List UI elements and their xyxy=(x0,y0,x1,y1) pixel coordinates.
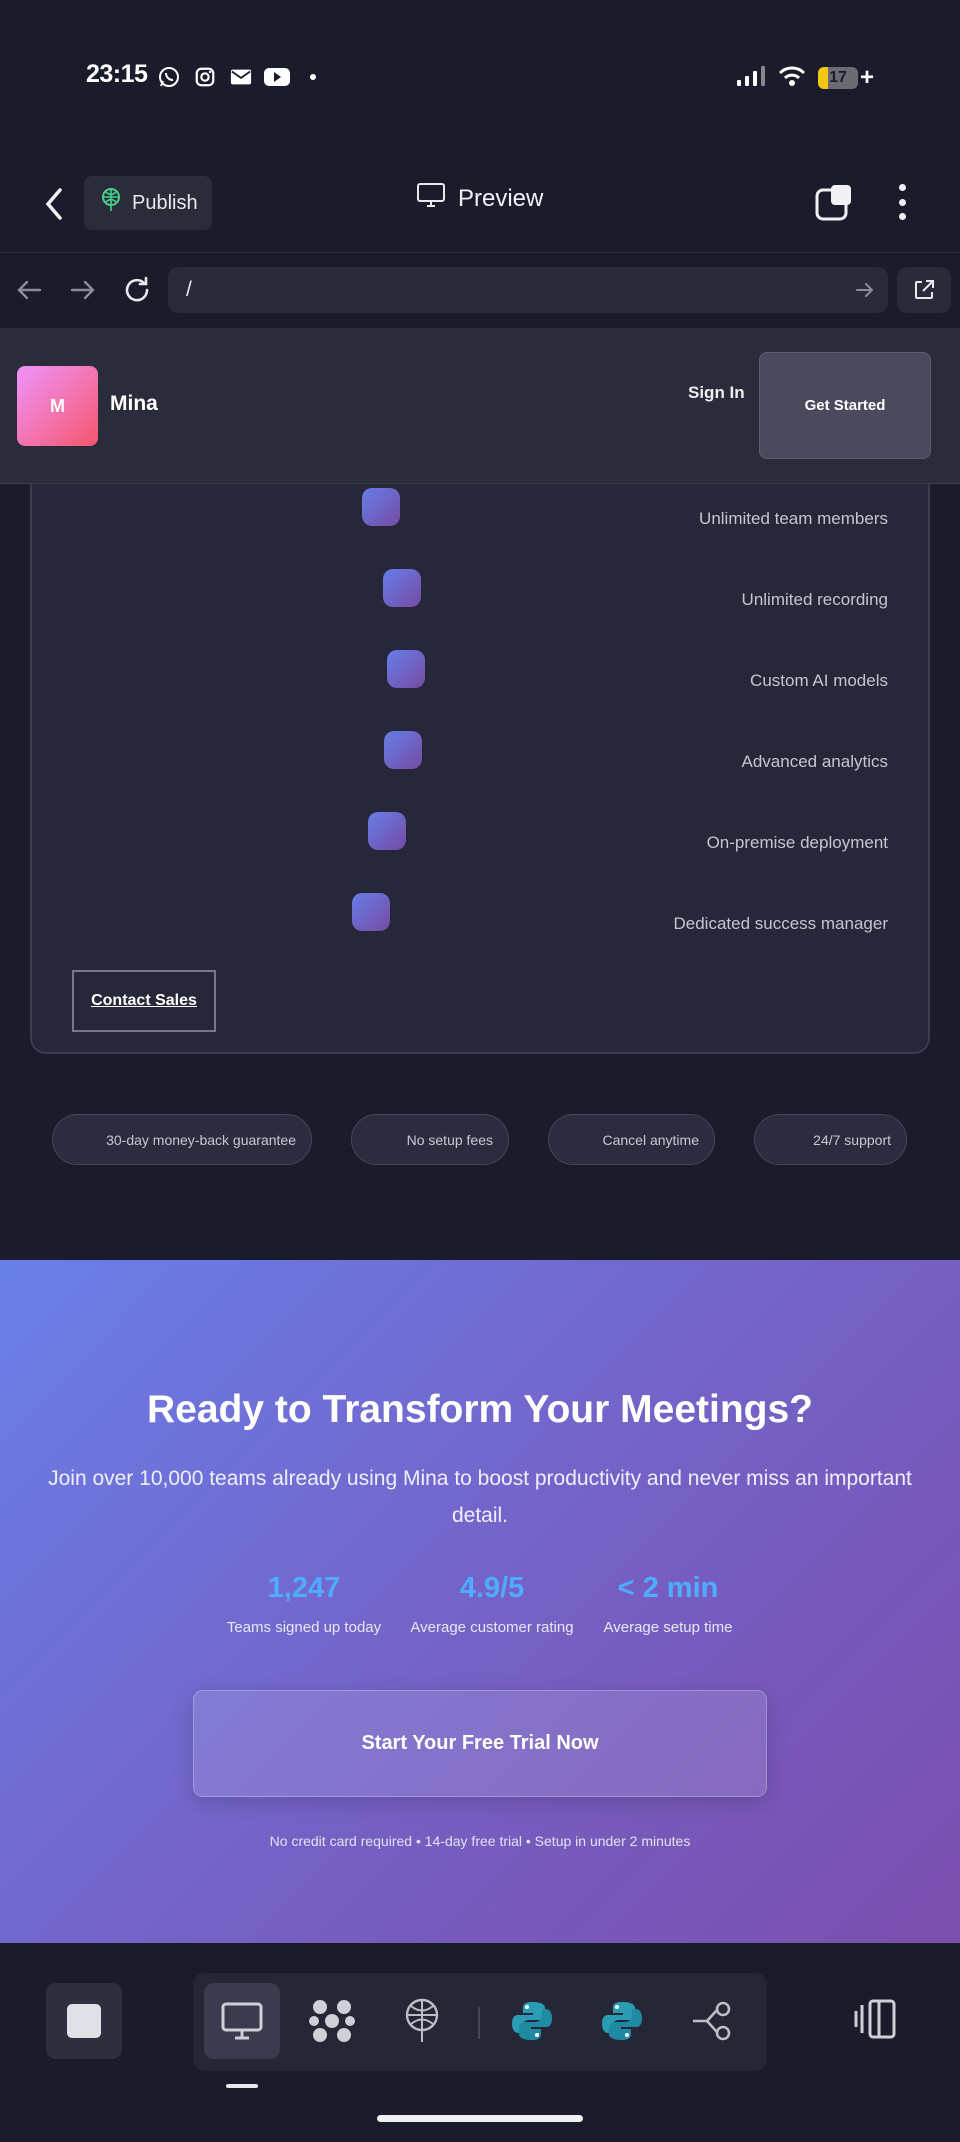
mail-icon xyxy=(228,64,254,90)
publish-icon xyxy=(100,188,122,218)
stat-teams: 1,247 Teams signed up today xyxy=(215,1572,393,1636)
notification-icons xyxy=(156,64,326,90)
status-bar: 23:15 17 + xyxy=(0,0,960,150)
bottom-toolbar xyxy=(0,1943,960,2142)
logo[interactable]: M xyxy=(17,366,98,446)
stat-value: 4.9/5 xyxy=(459,1572,525,1604)
stat-label: Teams signed up today xyxy=(226,1619,382,1636)
tabs-icon[interactable] xyxy=(814,182,854,222)
cta-subtitle: Join over 10,000 teams already using Min… xyxy=(48,1467,912,1527)
feature-check-icon xyxy=(383,569,421,607)
feature-item: On-premise deployment xyxy=(706,833,888,852)
feature-check-icon xyxy=(352,893,390,931)
feature-item: Unlimited recording xyxy=(741,590,888,609)
trust-badge: 24/7 support xyxy=(754,1114,907,1165)
contact-sales-button[interactable]: Contact Sales xyxy=(72,970,216,1032)
app-bar: Publish Preview xyxy=(0,160,960,250)
nav-back-icon[interactable] xyxy=(14,275,44,305)
cta-section: Ready to Transform Your Meetings? Join o… xyxy=(0,1260,960,1943)
feature-check-icon xyxy=(387,650,425,688)
start-free-trial-button[interactable]: Start Your Free Trial Now xyxy=(193,1690,767,1797)
url-toolbar: / xyxy=(0,252,960,328)
panel-icon[interactable] xyxy=(852,1997,898,2041)
url-text: / xyxy=(186,278,192,301)
feature-item: Unlimited team members xyxy=(699,509,888,528)
reload-icon[interactable] xyxy=(122,275,152,305)
tool-group xyxy=(193,1973,767,2071)
feature-check-icon xyxy=(384,731,422,769)
preview-label: Preview xyxy=(458,184,544,212)
get-started-button[interactable]: Get Started xyxy=(759,352,931,459)
whatsapp-icon xyxy=(156,64,182,90)
publish-label: Publish xyxy=(132,191,198,214)
stat-setup: < 2 min Average setup time xyxy=(590,1572,746,1636)
flow-icon[interactable] xyxy=(674,1983,750,2059)
trust-badge: Cancel anytime xyxy=(548,1114,715,1165)
url-input[interactable]: / xyxy=(168,267,888,313)
nav-forward-icon[interactable] xyxy=(68,275,98,305)
sign-in-link[interactable]: Sign In xyxy=(688,380,748,405)
trust-badge: No setup fees xyxy=(351,1114,509,1165)
python-icon[interactable] xyxy=(584,1983,660,2059)
battery-icon: 17 + xyxy=(817,64,874,92)
go-icon[interactable] xyxy=(854,279,876,301)
wifi-icon xyxy=(778,65,806,92)
instagram-icon xyxy=(192,64,218,90)
dot-icon xyxy=(300,64,326,90)
feature-item: Advanced analytics xyxy=(741,752,888,771)
stop-icon[interactable] xyxy=(46,1983,122,2059)
apps-icon[interactable] xyxy=(294,1983,370,2059)
cta-fineprint: No credit card required • 14-day free tr… xyxy=(269,1833,691,1849)
stat-value: < 2 min xyxy=(617,1572,719,1604)
python-icon[interactable] xyxy=(494,1983,570,2059)
preview-title[interactable]: Preview xyxy=(416,182,543,215)
site-header: M Mina Sign In Get Started xyxy=(0,328,960,484)
feature-item: Dedicated success manager xyxy=(673,914,888,933)
pricing-card: Unlimited team members Unlimited recordi… xyxy=(30,484,930,1054)
separator xyxy=(478,2007,480,2039)
monitor-icon xyxy=(416,182,446,215)
status-time: 23:15 xyxy=(86,60,148,88)
feature-check-icon xyxy=(368,812,406,850)
signal-icon xyxy=(736,65,766,92)
more-icon[interactable] xyxy=(890,182,914,222)
feature-check-icon xyxy=(362,488,400,526)
home-indicator[interactable] xyxy=(377,2115,583,2122)
publish-button[interactable]: Publish xyxy=(84,176,212,230)
deploy-icon[interactable] xyxy=(384,1983,460,2059)
system-icons: 17 + xyxy=(736,64,874,92)
cta-title: Ready to Transform Your Meetings? xyxy=(146,1388,813,1431)
trust-badge: 30-day money-back guarantee xyxy=(52,1114,312,1165)
desktop-icon[interactable] xyxy=(204,1983,280,2059)
external-link-icon[interactable] xyxy=(897,267,951,313)
feature-item: Custom AI models xyxy=(750,671,888,690)
back-icon[interactable] xyxy=(38,184,72,224)
active-indicator xyxy=(226,2084,258,2088)
stat-value: 1,247 xyxy=(267,1572,341,1604)
brand-name[interactable]: Mina xyxy=(110,392,158,416)
stat-rating: 4.9/5 Average customer rating xyxy=(402,1572,582,1636)
stat-label: Average setup time xyxy=(603,1619,733,1636)
youtube-icon xyxy=(264,64,290,90)
stat-label: Average customer rating xyxy=(410,1619,574,1636)
